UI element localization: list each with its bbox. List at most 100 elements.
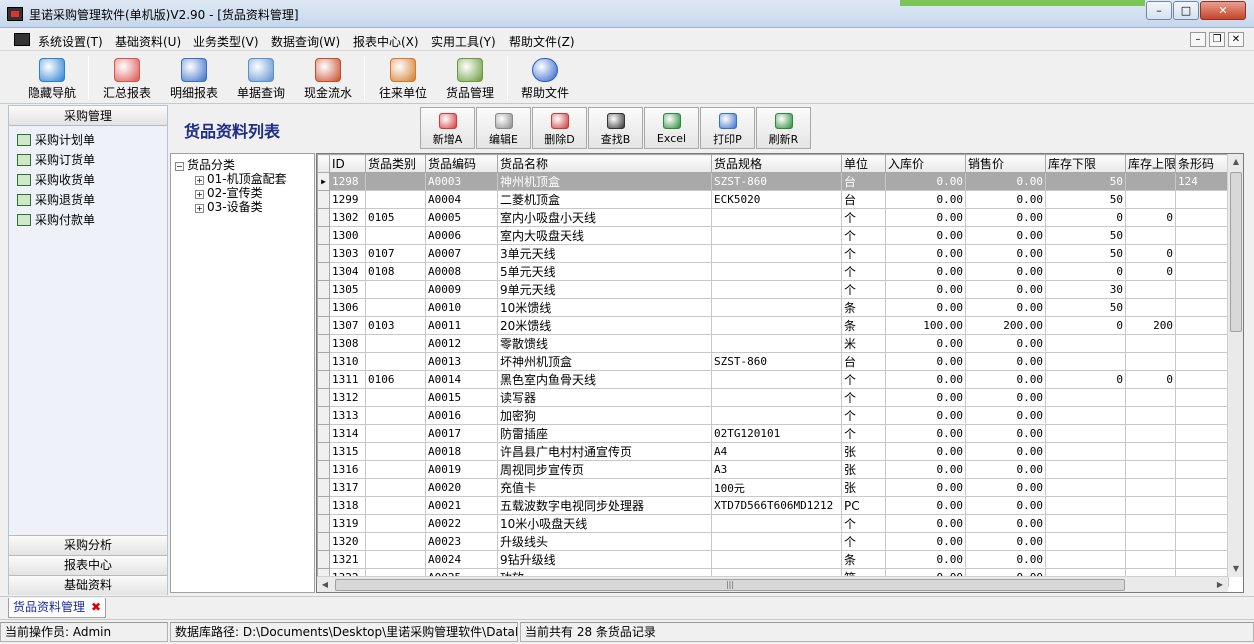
cell-spec[interactable] xyxy=(711,334,842,353)
toolbar-hide-nav-button[interactable]: 隐藏导航 xyxy=(22,54,82,102)
cell-unit[interactable]: 个 xyxy=(841,244,886,263)
scroll-up-icon[interactable]: ▲ xyxy=(1228,154,1243,170)
cell-unit[interactable]: 个 xyxy=(841,424,886,443)
cell-barcode[interactable] xyxy=(1175,262,1229,281)
cell-stock-min[interactable] xyxy=(1045,460,1126,479)
toolbar-detail-report-button[interactable]: 明细报表 xyxy=(165,54,223,102)
cell-sale-price[interactable]: 0.00 xyxy=(965,496,1046,515)
cell-stock-max[interactable] xyxy=(1125,496,1176,515)
row-indicator[interactable] xyxy=(317,478,330,497)
horizontal-scroll-thumb[interactable]: ||| xyxy=(335,579,1125,591)
add-button[interactable]: 新增A xyxy=(420,107,475,149)
cell-sale-price[interactable]: 0.00 xyxy=(965,442,1046,461)
table-row[interactable]: 1315 A0018 许昌县广电村村通宣传页 A4 张 0.00 0.00 xyxy=(317,442,1229,461)
menu-basic-data[interactable]: 基础资料(U) xyxy=(115,33,181,50)
tree-node[interactable]: +03-设备类 xyxy=(195,198,263,215)
cell-category[interactable]: 0103 xyxy=(365,316,426,335)
cell-name[interactable]: 读写器 xyxy=(497,388,712,407)
cell-sale-price[interactable]: 200.00 xyxy=(965,316,1046,335)
cell-in-price[interactable]: 0.00 xyxy=(885,406,966,425)
cell-unit[interactable]: 个 xyxy=(841,532,886,551)
cell-name[interactable]: 10米小吸盘天线 xyxy=(497,514,712,533)
cell-in-price[interactable]: 0.00 xyxy=(885,532,966,551)
cell-unit[interactable]: PC xyxy=(841,496,886,515)
cell-category[interactable] xyxy=(365,532,426,551)
cell-stock-max[interactable]: 0 xyxy=(1125,244,1176,263)
cell-spec[interactable] xyxy=(711,226,842,245)
cell-barcode[interactable] xyxy=(1175,298,1229,317)
row-indicator[interactable] xyxy=(317,514,330,533)
cell-barcode[interactable] xyxy=(1175,442,1229,461)
cell-category[interactable] xyxy=(365,388,426,407)
maximize-button[interactable]: □ xyxy=(1173,1,1199,20)
cell-in-price[interactable]: 0.00 xyxy=(885,442,966,461)
column-header-in-price[interactable]: 入库价 xyxy=(885,154,966,173)
cell-sale-price[interactable]: 0.00 xyxy=(965,424,1046,443)
row-indicator[interactable] xyxy=(317,496,330,515)
cell-sale-price[interactable]: 0.00 xyxy=(965,388,1046,407)
row-indicator[interactable] xyxy=(317,370,330,389)
cell-name[interactable]: 室内大吸盘天线 xyxy=(497,226,712,245)
cell-stock-min[interactable] xyxy=(1045,334,1126,353)
cell-id[interactable]: 1298 xyxy=(329,172,366,191)
cell-stock-max[interactable] xyxy=(1125,478,1176,497)
cell-stock-max[interactable] xyxy=(1125,226,1176,245)
row-indicator[interactable] xyxy=(317,298,330,317)
cell-in-price[interactable]: 0.00 xyxy=(885,262,966,281)
cell-sale-price[interactable]: 0.00 xyxy=(965,226,1046,245)
cell-id[interactable]: 1304 xyxy=(329,262,366,281)
cell-id[interactable]: 1321 xyxy=(329,550,366,569)
cell-code[interactable]: A0005 xyxy=(425,208,498,227)
nav-section-purchase[interactable]: 采购管理 xyxy=(9,106,167,126)
cell-sale-price[interactable]: 0.00 xyxy=(965,190,1046,209)
cell-spec[interactable] xyxy=(711,244,842,263)
cell-name[interactable]: 充值卡 xyxy=(497,478,712,497)
mdi-close-button[interactable]: ✕ xyxy=(1228,32,1244,47)
cell-name[interactable]: 20米馈线 xyxy=(497,316,712,335)
mdi-restore-button[interactable]: ❐ xyxy=(1209,32,1225,47)
cell-code[interactable]: A0024 xyxy=(425,550,498,569)
cell-name[interactable]: 室内小吸盘小天线 xyxy=(497,208,712,227)
cell-stock-max[interactable] xyxy=(1125,334,1176,353)
table-row[interactable]: 1319 A0022 10米小吸盘天线个 0.00 0.00 xyxy=(317,514,1229,533)
cell-stock-min[interactable] xyxy=(1045,496,1126,515)
cell-code[interactable]: A0018 xyxy=(425,442,498,461)
cell-stock-max[interactable] xyxy=(1125,532,1176,551)
cell-stock-max[interactable]: 0 xyxy=(1125,370,1176,389)
cell-id[interactable]: 1319 xyxy=(329,514,366,533)
cell-sale-price[interactable]: 0.00 xyxy=(965,208,1046,227)
nav-item-purchase-return[interactable]: 采购退货单 xyxy=(9,190,167,210)
cell-category[interactable] xyxy=(365,280,426,299)
cell-in-price[interactable]: 0.00 xyxy=(885,514,966,533)
cell-name[interactable]: 9钻升级线 xyxy=(497,550,712,569)
cell-name[interactable]: 二菱机顶盒 xyxy=(497,190,712,209)
table-row[interactable]: 1314 A0017 防雷插座 02TG120101 个 0.00 0.00 xyxy=(317,424,1229,443)
table-row[interactable]: 1317 A0020 充值卡 100元张 0.00 0.00 xyxy=(317,478,1229,497)
cell-unit[interactable]: 个 xyxy=(841,406,886,425)
cell-stock-max[interactable] xyxy=(1125,460,1176,479)
cell-unit[interactable]: 个 xyxy=(841,388,886,407)
column-header-spec[interactable]: 货品规格 xyxy=(711,154,842,173)
toolbar-document-query-button[interactable]: 单据查询 xyxy=(232,54,290,102)
toolbar-partners-button[interactable]: 往来单位 xyxy=(374,54,432,102)
cell-sale-price[interactable]: 0.00 xyxy=(965,262,1046,281)
cell-id[interactable]: 1307 xyxy=(329,316,366,335)
cell-in-price[interactable]: 0.00 xyxy=(885,280,966,299)
cell-spec[interactable]: 02TG120101 xyxy=(711,424,842,443)
cell-in-price[interactable]: 0.00 xyxy=(885,172,966,191)
table-row[interactable]: 1305 A0009 9单元天线个 0.00 0.00 30 xyxy=(317,280,1229,299)
cell-barcode[interactable] xyxy=(1175,388,1229,407)
cell-spec[interactable] xyxy=(711,280,842,299)
row-indicator[interactable] xyxy=(317,316,330,335)
cell-sale-price[interactable]: 0.00 xyxy=(965,280,1046,299)
cell-code[interactable]: A0014 xyxy=(425,370,498,389)
cell-name[interactable]: 防雷插座 xyxy=(497,424,712,443)
table-row[interactable]: 1312 A0015 读写器个 0.00 0.00 xyxy=(317,388,1229,407)
cell-barcode[interactable] xyxy=(1175,280,1229,299)
cell-stock-min[interactable]: 50 xyxy=(1045,172,1126,191)
cell-code[interactable]: A0015 xyxy=(425,388,498,407)
cell-unit[interactable]: 个 xyxy=(841,226,886,245)
cell-unit[interactable]: 米 xyxy=(841,334,886,353)
scroll-right-icon[interactable]: ▶ xyxy=(1212,577,1228,592)
cell-code[interactable]: A0016 xyxy=(425,406,498,425)
